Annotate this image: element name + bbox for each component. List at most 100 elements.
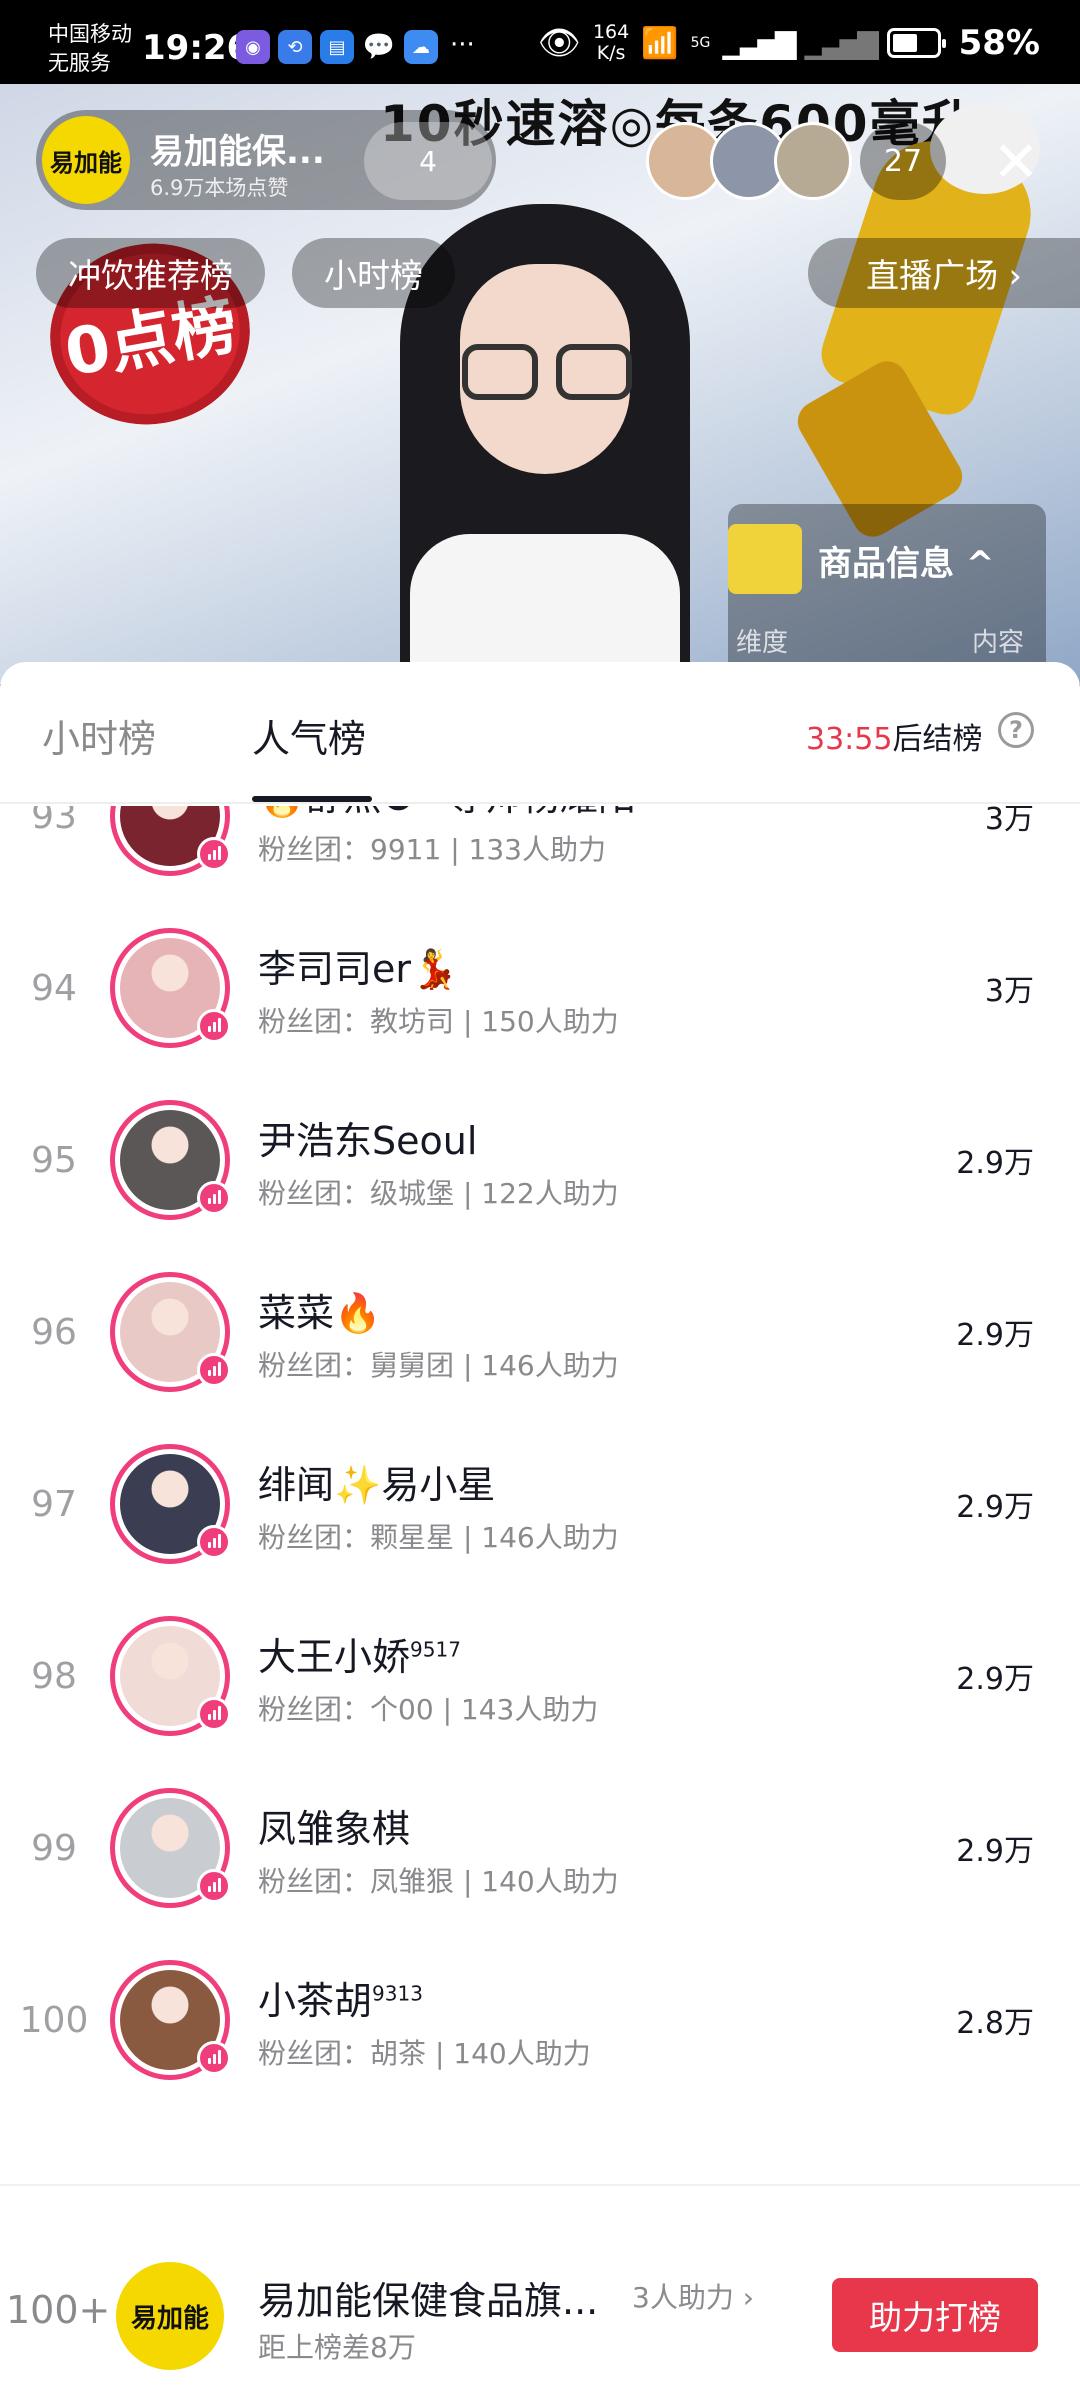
rank-number: 99 <box>31 1828 77 1869</box>
support-count: | 140人助力 <box>434 2037 591 2070</box>
viewer-count[interactable]: 27 <box>860 122 946 200</box>
carrier-info: 中国移动 无服务 <box>48 20 132 78</box>
support-count: | 140人助力 <box>462 1865 619 1898</box>
user-name-text: 绯闻✨易小星 <box>258 1463 496 1507</box>
network-speed: 164 K/s <box>593 22 629 64</box>
fan-club-name: 教坊司 <box>370 1005 455 1038</box>
anchor-name[interactable]: 易加能保... <box>150 124 325 173</box>
user-avatar[interactable] <box>110 928 231 1048</box>
viewer-avatar[interactable] <box>774 122 852 200</box>
help-icon[interactable]: ? <box>998 712 1034 748</box>
user-name: 大王小娇9517 <box>258 1626 461 1681</box>
user-name: 李司司er💃 <box>258 938 458 993</box>
popularity-score: 2.9万 <box>956 1318 1034 1353</box>
support-count: | 122人助力 <box>462 1177 619 1210</box>
network-type: 5G <box>690 35 711 51</box>
rank-number: 98 <box>31 1656 77 1697</box>
user-name: 尹浩东Seoul <box>258 1110 477 1165</box>
fan-club-label: 粉丝团： <box>258 1177 371 1210</box>
user-avatar[interactable] <box>110 1616 231 1736</box>
user-name-text: 尹浩东Seoul <box>258 1119 478 1163</box>
my-rank: 100+ <box>6 2288 111 2332</box>
ranking-list[interactable]: 93🔥舒然❾²¹尊帅杨耀阳粉丝团：9911 | 133人助力3万94李司司er💃… <box>0 806 1080 2140</box>
user-name-text: 大王小娇 <box>258 1635 411 1679</box>
boost-rank-button[interactable]: 助力打榜 <box>832 2278 1038 2352</box>
fan-club-name: 9911 <box>370 833 442 866</box>
fan-club-label: 粉丝团： <box>258 833 371 866</box>
eye-icon: 👁 <box>537 23 581 63</box>
user-name: 凤雏象棋 <box>258 1798 410 1853</box>
my-name: 易加能保健食品旗... <box>258 2279 599 2323</box>
fan-club-label: 粉丝团： <box>258 1349 371 1382</box>
rank-gap: 距上榜差8万 <box>258 2331 416 2364</box>
weather-icon: ☁ <box>404 30 438 64</box>
active-tab-indicator <box>252 796 372 802</box>
ranking-row[interactable]: 98 大王小娇9517 粉丝团：个00 | 143人助力 2.9万 <box>0 1586 1080 1758</box>
user-name: 绯闻✨易小星 <box>258 1454 495 1509</box>
fan-club-badge[interactable]: 4 <box>364 122 492 200</box>
ranking-row[interactable]: 94 李司司er💃 粉丝团：教坊司 | 150人助力 3万 <box>0 898 1080 1070</box>
user-name-text: 🔥舒然❾²¹尊帅杨耀阳 <box>258 806 636 819</box>
fan-club-info: 粉丝团：颗星星 | 146人助力 <box>258 1516 619 1556</box>
goods-info-card[interactable]: 商品信息 ^ 维度 内容 <box>728 504 1046 684</box>
rank-number: 97 <box>31 1484 77 1525</box>
user-avatar[interactable] <box>110 1100 231 1220</box>
user-name: 菜菜🔥 <box>258 1282 381 1337</box>
rank-number: 95 <box>31 1140 77 1181</box>
tab-hourly[interactable]: 小时榜 <box>42 708 156 763</box>
user-avatar[interactable] <box>110 1272 231 1392</box>
user-avatar[interactable] <box>110 1960 231 2080</box>
countdown-time: 33:55 <box>806 722 893 757</box>
camera-app-icon: ◉ <box>236 30 270 64</box>
tab-popularity[interactable]: 人气榜 <box>252 708 366 763</box>
fan-club-name: 级城堡 <box>370 1177 455 1210</box>
countdown: 33:55后结榜 <box>806 714 982 758</box>
live-indicator-icon <box>197 1869 231 1903</box>
user-avatar[interactable] <box>110 1788 231 1908</box>
fan-badge-count: 4 <box>419 144 437 178</box>
recommend-rank-pill[interactable]: 冲饮推荐榜 <box>36 238 265 308</box>
goods-label-right: 内容 <box>971 628 1024 658</box>
ranking-row[interactable]: 93 🔥舒然❾²¹尊帅杨耀阳粉丝团：9911 | 133人助力 3万 <box>0 806 1080 898</box>
fan-club-info: 粉丝团：9911 | 133人助力 <box>258 828 606 868</box>
wechat-icon: 💬 <box>362 30 396 64</box>
hourly-rank-pill[interactable]: 小时榜 <box>292 238 455 308</box>
my-support-count[interactable]: 3人助力 › <box>632 2276 754 2316</box>
user-name: 小茶胡9313 <box>258 1970 423 2025</box>
rank-number: 93 <box>31 806 77 837</box>
rank-number: 94 <box>31 968 77 1009</box>
fan-club-name: 舅舅团 <box>370 1349 455 1382</box>
news-app-icon: ▤ <box>320 30 354 64</box>
ranking-row[interactable]: 96 菜菜🔥 粉丝团：舅舅团 | 146人助力 2.9万 <box>0 1242 1080 1414</box>
live-plaza-pill[interactable]: 直播广场 › <box>808 238 1080 308</box>
live-indicator-icon <box>197 1353 231 1387</box>
user-avatar[interactable] <box>110 1444 231 1564</box>
user-name-text: 李司司er💃 <box>258 947 459 991</box>
close-icon[interactable]: ✕ <box>980 126 1052 198</box>
fan-club-name: 个00 <box>370 1693 434 1726</box>
popularity-score: 2.9万 <box>956 1834 1034 1869</box>
anchor-avatar[interactable]: 易加能 <box>42 116 130 204</box>
system-indicators: 👁 164 K/s 📶 5G ▁▃▅▇ ▁▃▅▇ 58% <box>538 22 1040 64</box>
support-count: | 146人助力 <box>462 1521 619 1554</box>
support-count: | 143人助力 <box>442 1693 599 1726</box>
viewer-avatars[interactable] <box>646 122 852 200</box>
ranking-row[interactable]: 95 尹浩东Seoul 粉丝团：级城堡 | 122人助力 2.9万 <box>0 1070 1080 1242</box>
carrier-status: 无服务 <box>48 51 111 75</box>
support-count: | 133人助力 <box>450 833 606 866</box>
popularity-score: 2.9万 <box>956 1490 1034 1525</box>
ranking-row[interactable]: 97 绯闻✨易小星粉丝团：颗星星 | 146人助力 2.9万 <box>0 1414 1080 1586</box>
user-name: 🔥舒然❾²¹尊帅杨耀阳 <box>258 806 636 821</box>
fan-club-info: 粉丝团：教坊司 | 150人助力 <box>258 1000 619 1040</box>
ranking-row[interactable]: 100 小茶胡9313 粉丝团：胡茶 | 140人助力 2.8万 <box>0 1930 1080 2102</box>
goods-thumbnail <box>728 524 802 594</box>
my-avatar[interactable]: 易加能 <box>116 2262 224 2370</box>
live-indicator-icon <box>197 1525 231 1559</box>
user-avatar[interactable] <box>110 806 231 876</box>
ranking-row[interactable]: 99 凤雏象棋粉丝团：凤雏狠 | 140人助力 2.9万 <box>0 1758 1080 1930</box>
fan-club-info: 粉丝团：凤雏狠 | 140人助力 <box>258 1860 619 1900</box>
goods-label-left: 维度 <box>736 628 789 658</box>
support-count: | 146人助力 <box>462 1349 619 1382</box>
ranking-tabs: 小时榜 人气榜 33:55后结榜 ? <box>0 662 1080 804</box>
popularity-score: 2.9万 <box>956 1146 1034 1181</box>
